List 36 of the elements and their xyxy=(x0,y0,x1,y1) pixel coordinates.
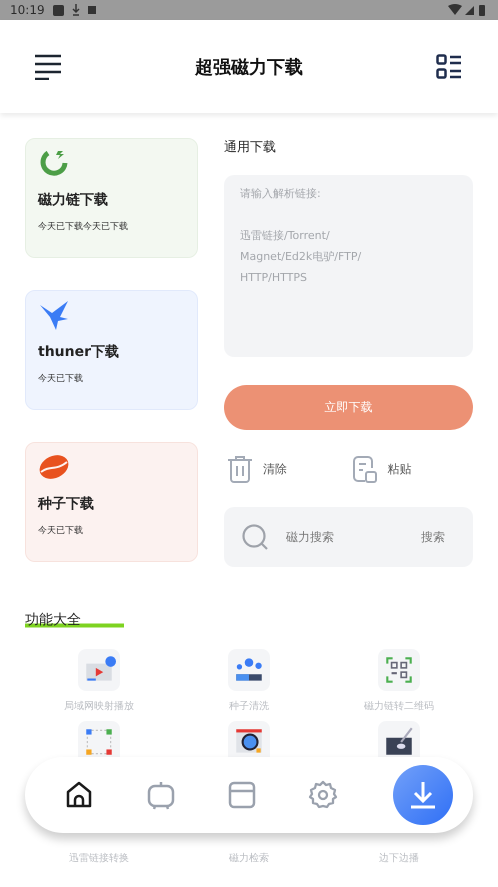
clear-button[interactable]: 清除 xyxy=(224,452,348,486)
notification-icon xyxy=(88,6,96,14)
card-title: 磁力链下载 xyxy=(38,191,109,209)
section-title: 通用下载 xyxy=(224,139,277,157)
download-card[interactable]: 磁力链下载 今天已下载今天已下载 xyxy=(25,138,198,258)
status-time: 10:19 xyxy=(10,3,45,17)
app-title: 超强磁力下载 xyxy=(195,56,303,78)
signal-battery-icons xyxy=(448,4,488,16)
home-icon xyxy=(66,782,92,808)
settings-icon xyxy=(308,780,338,808)
app-notification-icon xyxy=(52,4,64,16)
feature-icon[interactable] xyxy=(228,721,270,757)
menu-icon[interactable] xyxy=(34,54,62,80)
feature-icon[interactable] xyxy=(378,721,420,757)
download-button[interactable]: 立即下载 xyxy=(224,385,473,430)
paste-button[interactable]: 粘贴 xyxy=(348,452,473,486)
card-subtitle: 今天已下载今天已下载 xyxy=(38,220,129,233)
paste-icon xyxy=(352,456,378,482)
download-notification-icon xyxy=(72,4,80,16)
feature-icon[interactable] xyxy=(228,649,270,691)
tv-icon xyxy=(148,780,174,810)
bird-icon xyxy=(38,299,70,331)
search-bar[interactable]: 磁力搜索 搜索 xyxy=(224,507,473,567)
search-icon xyxy=(242,524,268,550)
list-view-icon[interactable] xyxy=(436,54,462,80)
card-title: 种子下载 xyxy=(38,495,95,513)
card-title: thuner下载 xyxy=(38,343,120,361)
card-subtitle: 今天已下载 xyxy=(38,372,84,385)
trash-icon xyxy=(227,455,253,483)
download-card[interactable]: thuner下载 今天已下载 xyxy=(25,290,198,410)
link-input-field[interactable]: 请输入解析链接: 迅雷链接/Torrent/ Magnet/Ed2k电驴/FTP/ HTTP/HTTPS xyxy=(224,175,473,357)
card-icon xyxy=(228,782,256,808)
download-icon xyxy=(410,781,436,809)
card-subtitle: 今天已下载 xyxy=(38,524,84,537)
download-card[interactable]: 种子下载 今天已下载 xyxy=(25,442,198,562)
search-button[interactable]: 搜索 xyxy=(411,528,455,546)
